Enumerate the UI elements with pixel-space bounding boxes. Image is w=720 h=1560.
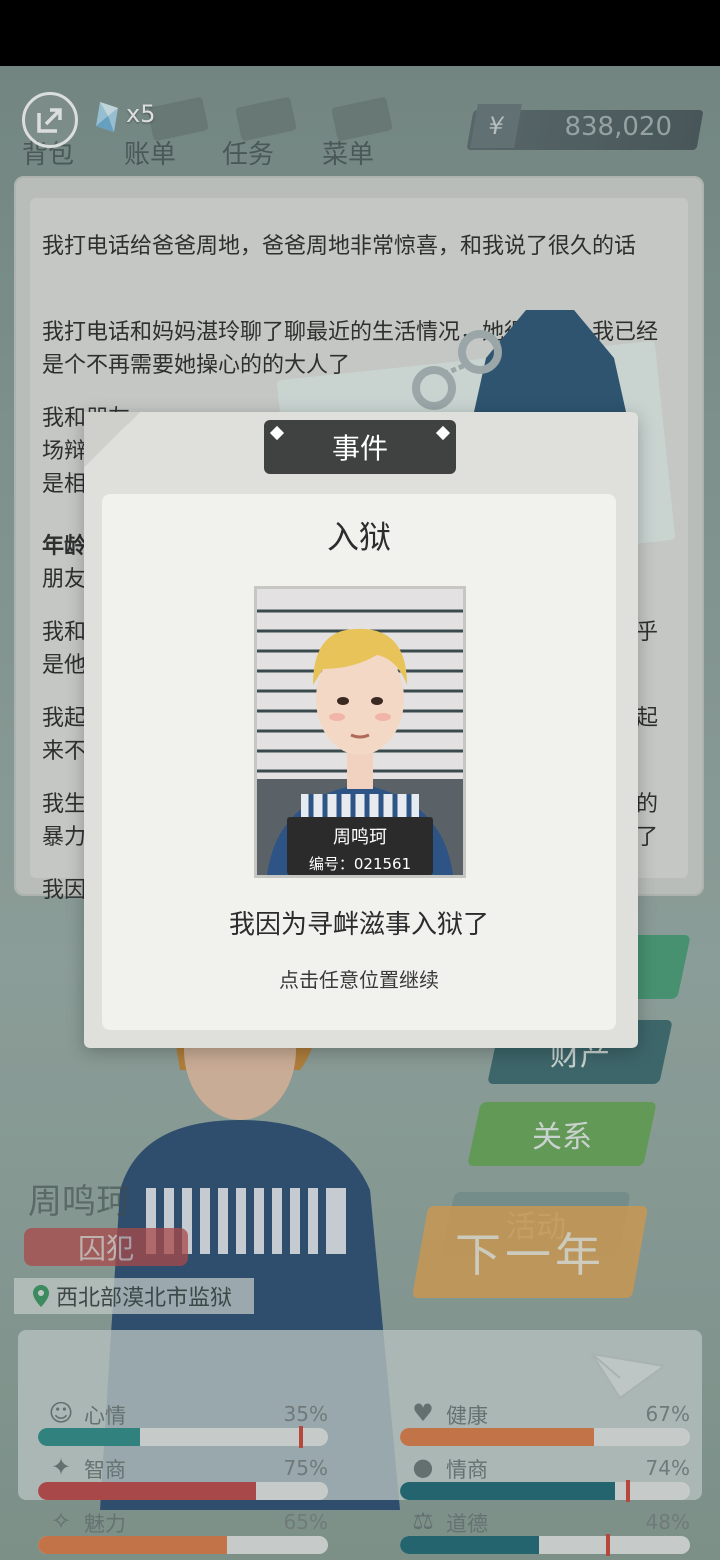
dialog-page-fold [84, 412, 140, 468]
nameplate-board: 周鸣珂 编号：021561 [287, 817, 433, 875]
handcuffs-icon [412, 330, 502, 410]
nameplate-name: 周鸣珂 [333, 827, 387, 848]
continue-hint: 点击任意位置继续 [279, 968, 439, 992]
nameplate-id: 编号：021561 [308, 855, 412, 873]
dialog-message: 我因为寻衅滋事入狱了 [228, 910, 489, 940]
dialog-header: 事件 [264, 420, 456, 474]
status-bar [0, 0, 720, 66]
dialog-title: 入狱 [326, 518, 391, 556]
mugshot-image: 周鸣珂 编号：021561 [254, 586, 466, 878]
